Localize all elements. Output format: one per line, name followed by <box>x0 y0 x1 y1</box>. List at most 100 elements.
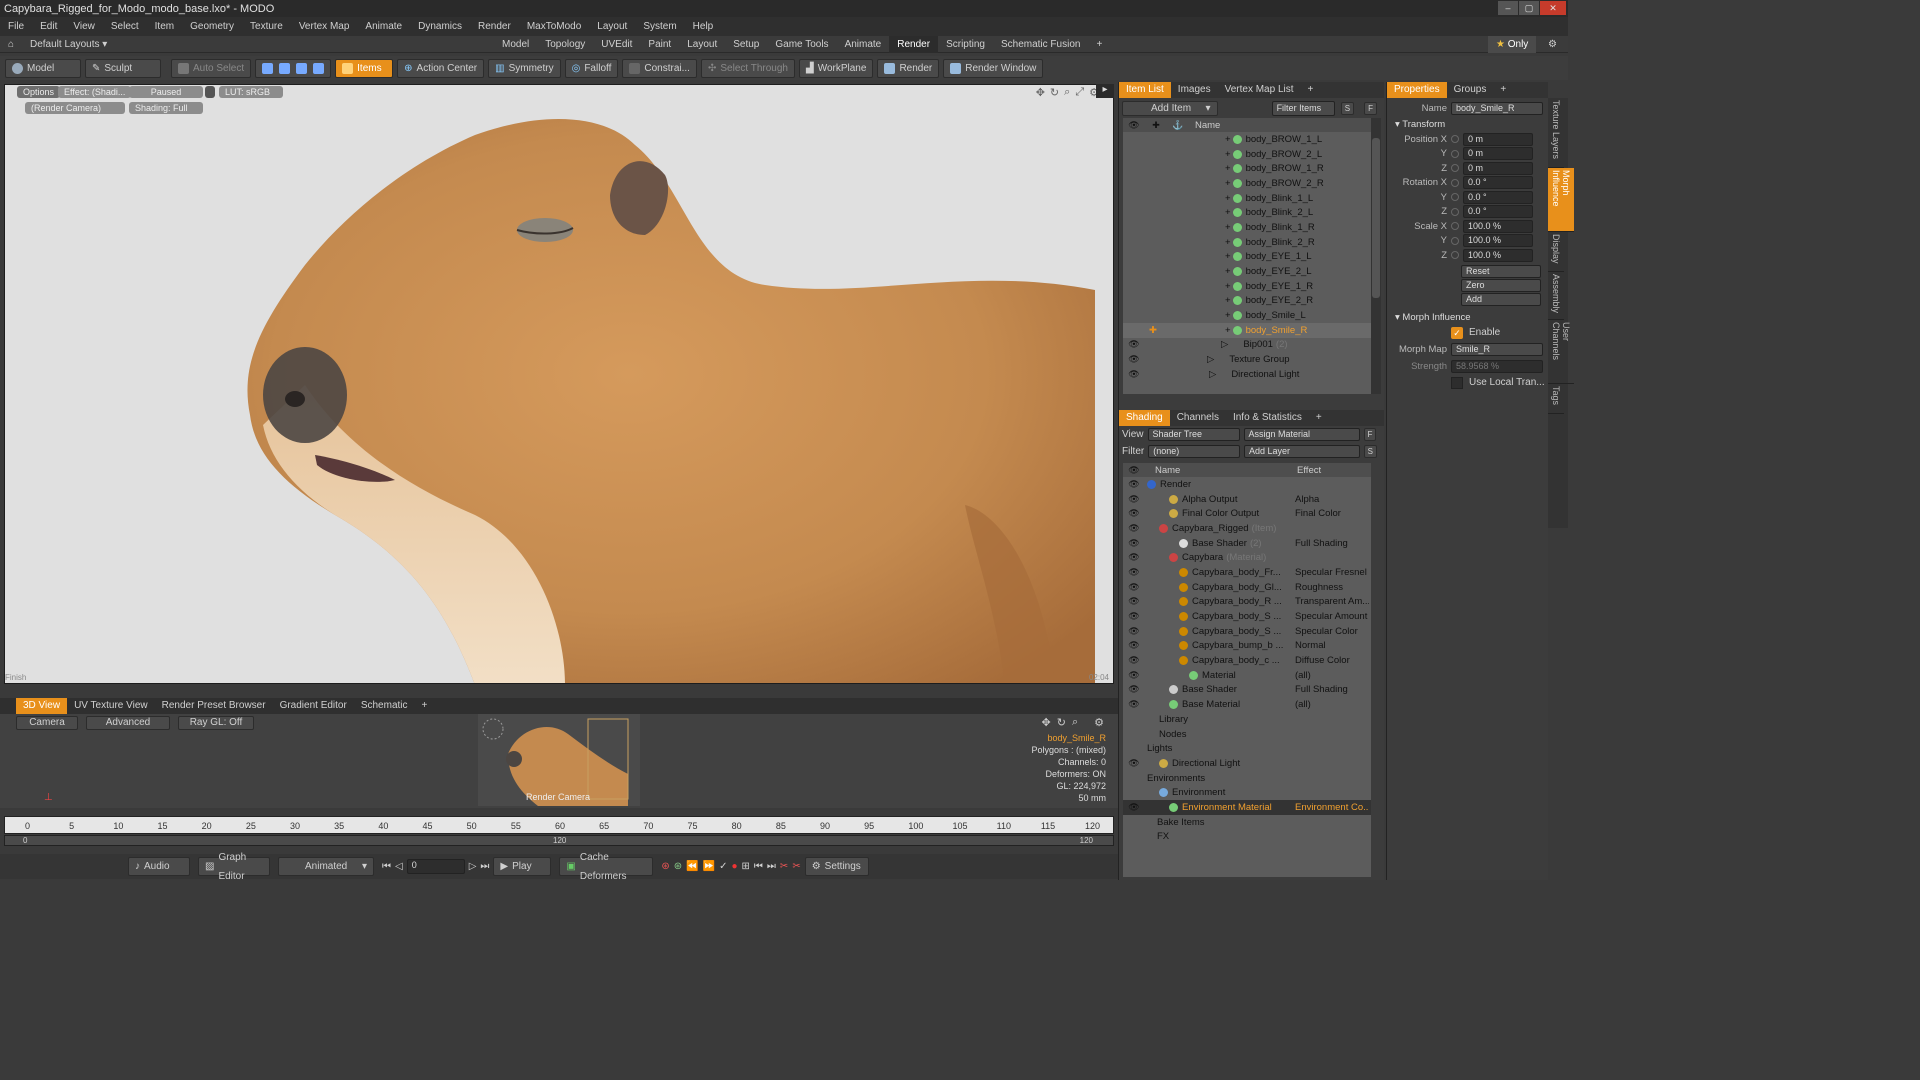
shader-tree-row[interactable]: Environments <box>1123 771 1371 786</box>
shader-effect[interactable]: Roughness <box>1295 582 1369 593</box>
tab-schematic[interactable]: Schematic <box>354 698 415 714</box>
item-tree-row[interactable]: + body_Smile_L <box>1123 308 1371 323</box>
rot-input[interactable]: 0.0 ° <box>1463 190 1533 204</box>
filter-options-button[interactable]: F <box>1364 101 1377 115</box>
menu-item[interactable]: Item <box>147 17 182 36</box>
render-button[interactable]: Render <box>877 58 940 78</box>
item-tree[interactable]: 👁 ✚ ⚓ Name + body_BROW_1_L + body_BROW_2_L +… <box>1123 118 1371 394</box>
pan-icon[interactable]: ✥ <box>1042 716 1051 729</box>
rotate-icon[interactable]: ↻ <box>1057 716 1066 729</box>
skip-prev-icon[interactable]: ⏮ <box>754 861 763 872</box>
scale-input[interactable]: 100.0 % <box>1463 219 1533 233</box>
shader-tree-row[interactable]: 👁 Capybara_body_S ... Specular Amount <box>1123 609 1371 624</box>
tab-info-statistics[interactable]: Info & Statistics <box>1226 410 1309 426</box>
close-button[interactable]: ✕ <box>1540 1 1566 15</box>
animate-toggle-icon[interactable] <box>1451 149 1459 158</box>
symmetry-button[interactable]: ▥ Symmetry <box>488 58 561 78</box>
camera-button[interactable]: Camera <box>16 716 78 730</box>
item-tree-row[interactable]: + body_Blink_2_R <box>1123 235 1371 250</box>
add-tab-icon[interactable]: + <box>1309 410 1329 426</box>
visibility-icon[interactable]: 👁 <box>1123 508 1145 519</box>
shader-tree-row[interactable]: 👁 Directional Light <box>1123 756 1371 771</box>
visibility-icon[interactable]: 👁 <box>1123 552 1145 563</box>
shader-tree-row[interactable]: Environment <box>1123 785 1371 800</box>
skip-next-icon[interactable]: ⏭ <box>767 861 776 872</box>
side-tab[interactable]: User Channels <box>1548 320 1574 384</box>
use-local-checkbox[interactable] <box>1451 376 1463 389</box>
animate-toggle-icon[interactable] <box>1451 222 1459 231</box>
side-tab[interactable]: Display <box>1548 232 1564 272</box>
item-tree-row[interactable]: + body_EYE_1_R <box>1123 279 1371 294</box>
pos-input[interactable]: 0 m <box>1463 132 1533 146</box>
item-list-scrollbar[interactable] <box>1371 118 1381 394</box>
side-tab[interactable]: Tags <box>1548 384 1564 414</box>
render-window-button[interactable]: Render Window <box>943 58 1044 78</box>
tab-gradient-editor[interactable]: Gradient Editor <box>273 698 354 714</box>
item-tree-row[interactable]: + body_BROW_2_R <box>1123 176 1371 191</box>
expand-icon[interactable]: + <box>1225 163 1231 174</box>
graph-editor-button[interactable]: ▨ Graph Editor <box>198 852 270 882</box>
zoom-icon[interactable]: ⌕ <box>1064 86 1070 99</box>
tab-item-list[interactable]: Item List <box>1119 82 1171 98</box>
visibility-icon[interactable]: 👁 <box>1123 611 1145 622</box>
shader-tree-row[interactable]: 👁 Capybara_body_R ... Transparent Am... <box>1123 595 1371 610</box>
visibility-icon[interactable]: 👁 <box>1123 523 1145 534</box>
morph-map-dropdown[interactable]: Smile_R <box>1451 342 1543 356</box>
shader-effect[interactable]: Specular Color <box>1295 626 1369 637</box>
menu-system[interactable]: System <box>635 17 684 36</box>
visibility-icon[interactable]: 👁 <box>1123 640 1145 651</box>
maximize-icon[interactable]: ⤢ <box>1075 86 1084 99</box>
add-tab-icon[interactable]: + <box>415 698 435 714</box>
strength-input[interactable]: 58.9568 % <box>1451 359 1543 373</box>
transform-section-header[interactable]: ▾ Transform <box>1387 117 1548 132</box>
menu-select[interactable]: Select <box>103 17 147 36</box>
animate-toggle-icon[interactable] <box>1451 164 1459 173</box>
tab-channels[interactable]: Channels <box>1170 410 1226 426</box>
menu-dynamics[interactable]: Dynamics <box>410 17 470 36</box>
item-tree-row[interactable]: + body_BROW_1_R <box>1123 161 1371 176</box>
shader-tree-row[interactable]: 👁 Environment Material Environment Co... <box>1123 800 1371 815</box>
shader-effect[interactable]: Environment Co... <box>1295 802 1369 813</box>
scale-input[interactable]: 100.0 % <box>1463 234 1533 248</box>
animate-toggle-icon[interactable] <box>1451 178 1459 187</box>
items-mode-button[interactable]: Items <box>335 58 394 78</box>
shader-tree-row[interactable]: Library <box>1123 712 1371 727</box>
tab-schematic-fusion[interactable]: Schematic Fusion <box>993 36 1088 53</box>
morph-influence-section-header[interactable]: ▾ Morph Influence <box>1387 306 1548 325</box>
shader-effect[interactable]: Normal <box>1295 640 1369 651</box>
item-tree-row[interactable]: + body_EYE_2_L <box>1123 264 1371 279</box>
expand-icon[interactable]: + <box>1225 178 1231 189</box>
shader-tree-row[interactable]: 👁 Base Shader Full Shading <box>1123 683 1371 698</box>
materials-icon[interactable] <box>313 62 325 74</box>
advanced-button[interactable]: Advanced <box>86 716 170 730</box>
name-input[interactable]: body_Smile_R <box>1451 102 1543 115</box>
shader-tree-row[interactable]: 👁 Base Material (all) <box>1123 697 1371 712</box>
snapshot-icon[interactable] <box>205 86 215 98</box>
visibility-icon[interactable]: 👁 <box>1123 538 1145 549</box>
menu-maxtomodo[interactable]: MaxToModo <box>519 17 589 36</box>
effect-dropdown[interactable]: Effect: (Shadi... <box>58 86 132 98</box>
shader-effect[interactable]: Specular Amount <box>1295 611 1369 622</box>
viewport-expand-arrow[interactable]: ▸ <box>1096 84 1114 98</box>
tab-uvedit[interactable]: UVEdit <box>593 36 640 53</box>
animate-toggle-icon[interactable] <box>1451 207 1459 216</box>
record-icon[interactable]: ● <box>731 861 737 872</box>
shading-f-button[interactable]: F <box>1363 428 1377 441</box>
shader-effect[interactable]: Diffuse Color <box>1295 655 1369 666</box>
animate-toggle-icon[interactable] <box>1451 193 1459 202</box>
rot-input[interactable]: 0.0 ° <box>1463 176 1533 190</box>
sculpt-mode-button[interactable]: ✎ Sculpt <box>85 58 161 78</box>
minimize-button[interactable]: – <box>1498 1 1518 15</box>
maximize-button[interactable]: ▢ <box>1519 1 1539 15</box>
key-set-icon[interactable]: ⊞ <box>742 861 750 872</box>
filter-dropdown[interactable]: (none) <box>1148 445 1240 458</box>
tab-layout[interactable]: Layout <box>679 36 725 53</box>
item-tree-row[interactable]: + body_BROW_2_L <box>1123 147 1371 162</box>
shader-tree-row[interactable]: 👁 Capybara_body_c ... Diffuse Color <box>1123 653 1371 668</box>
visibility-icon[interactable]: 👁 <box>1123 699 1145 710</box>
paused-button[interactable]: Paused <box>129 86 203 98</box>
animation-mode-dropdown[interactable]: Animated ▾ <box>278 857 374 876</box>
tab-model[interactable]: Model <box>494 36 537 53</box>
add-tab-icon[interactable]: + <box>1493 82 1513 98</box>
shader-tree-row[interactable]: 👁 Base Shader (2) Full Shading <box>1123 536 1371 551</box>
